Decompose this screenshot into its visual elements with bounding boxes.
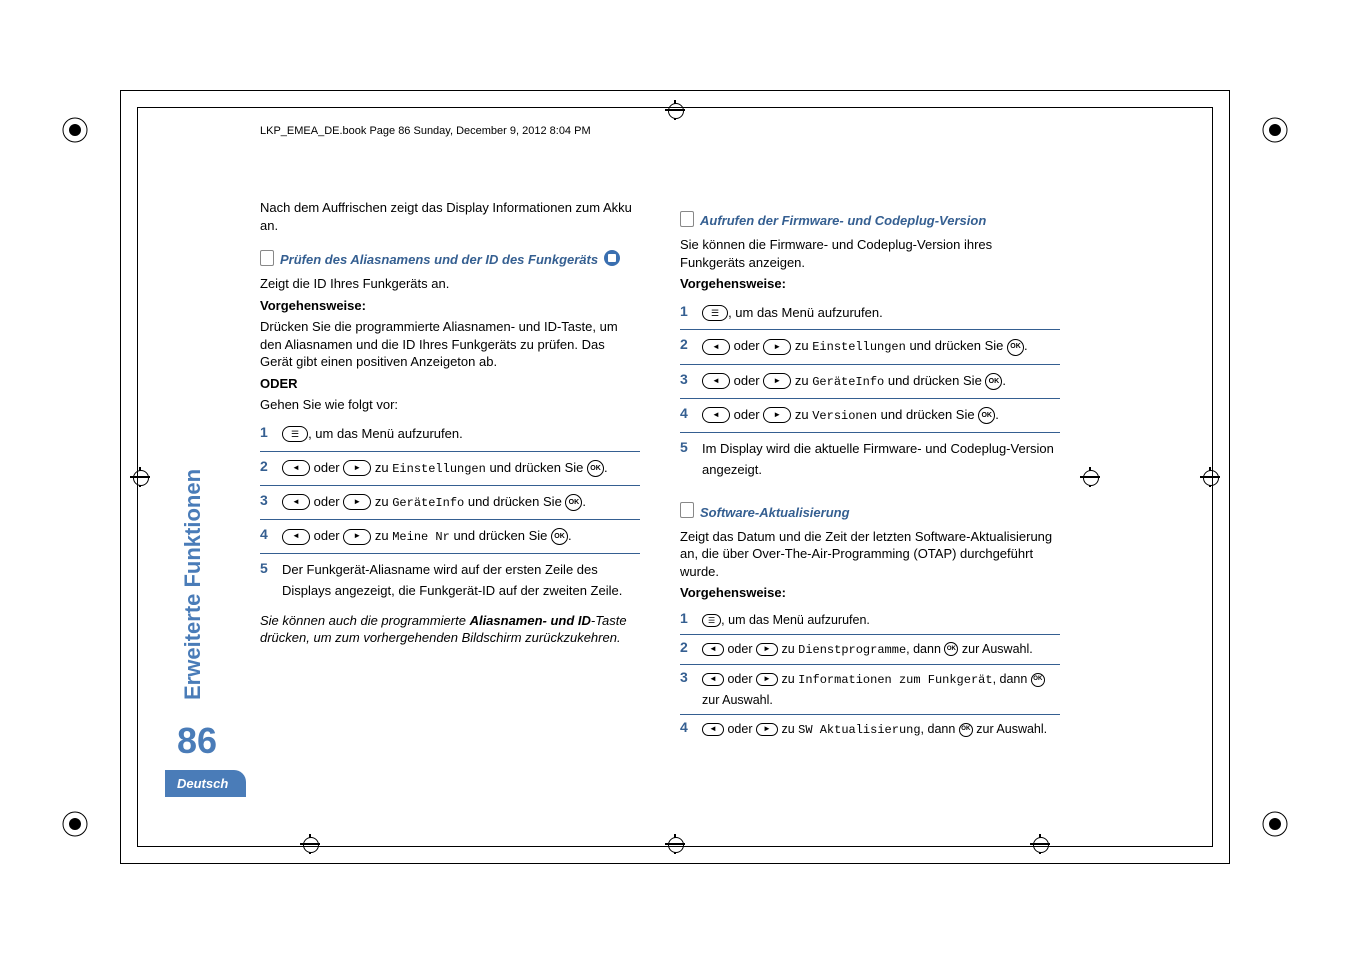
note-text: Sie können auch die programmierte Aliasn… [260,612,640,647]
intro-text: Nach dem Auffrischen zeigt das Display I… [260,199,640,234]
language-tab: Deutsch [165,770,246,797]
steps-list: 1 ☰, um das Menü aufzurufen. 2 oder zu E… [260,418,640,608]
step-item: 2 oder zu Dienstprogramme, dann OK zur A… [680,635,1060,665]
step-item: 1 ☰, um das Menü aufzurufen. [680,606,1060,635]
step-item: 3 oder zu GeräteInfo und drücken Sie OK. [260,486,640,520]
ok-button-icon: OK [1007,339,1024,356]
ok-button-icon: OK [1031,673,1045,687]
step-number: 4 [260,526,272,542]
content-area: Nach dem Auffrischen zeigt das Display I… [260,195,1060,748]
left-arrow-icon [702,723,724,736]
section-subtext: Zeigt das Datum und die Zeit der letzten… [680,528,1060,581]
procedure-label: Vorgehensweise: [680,275,1060,293]
procedure-label: Vorgehensweise: [260,297,640,315]
ok-button-icon: OK [551,528,568,545]
section-subtext: Sie können die Firmware- und Codeplug-Ve… [680,236,1060,271]
registration-mark [60,809,90,839]
section-subtext: Zeigt die ID Ihres Funkgeräts an. [260,275,640,293]
left-arrow-icon [702,643,724,656]
doc-icon [680,502,694,518]
ok-button-icon: OK [944,642,958,656]
step-item: 1 ☰, um das Menü aufzurufen. [260,418,640,452]
doc-icon [260,250,274,266]
side-section-label: Erweiterte Funktionen [180,469,206,700]
step-number: 1 [680,303,692,319]
doc-icon [680,211,694,227]
left-arrow-icon [282,529,310,545]
menu-button-icon: ☰ [702,614,721,627]
procedure-label: Vorgehensweise: [680,584,1060,602]
step-number: 5 [680,439,692,455]
registration-mark [1260,809,1290,839]
menu-button-icon: ☰ [702,305,728,321]
step-item: 4 oder zu Meine Nr und drücken Sie OK. [260,520,640,554]
step-number: 4 [680,405,692,421]
step-item: 3 oder zu GeräteInfo und drücken Sie OK. [680,365,1060,399]
right-arrow-icon [756,723,778,736]
right-arrow-icon [763,407,791,423]
step-number: 5 [260,560,272,576]
left-arrow-icon [702,339,730,355]
step-number: 3 [680,669,692,685]
right-column: Aufrufen der Firmware- und Codeplug-Vers… [680,195,1060,748]
left-arrow-icon [702,373,730,389]
step-item: 5 Der Funkgerät-Aliasname wird auf der e… [260,554,640,608]
right-arrow-icon [343,529,371,545]
steps-list: 1 ☰, um das Menü aufzurufen. 2 oder zu E… [680,297,1060,487]
ok-button-icon: OK [565,494,582,511]
right-arrow-icon [763,339,791,355]
step-item: 2 oder zu Einstellungen und drücken Sie … [680,330,1060,364]
left-arrow-icon [702,673,724,686]
left-column: Nach dem Auffrischen zeigt das Display I… [260,195,640,748]
ok-button-icon: OK [959,723,973,737]
step-item: 4 oder zu Versionen und drücken Sie OK. [680,399,1060,433]
ok-button-icon: OK [978,407,995,424]
procedure-text: Drücken Sie die programmierte Aliasnamen… [260,318,640,371]
step-number: 2 [260,458,272,474]
step-item: 5 Im Display wird die aktuelle Firmware-… [680,433,1060,487]
step-item: 4 oder zu SW Aktualisierung, dann OK zur… [680,715,1060,744]
step-number: 1 [260,424,272,440]
right-arrow-icon [343,494,371,510]
step-number: 3 [260,492,272,508]
step-number: 2 [680,639,692,655]
step-number: 4 [680,719,692,735]
section-heading: Prüfen des Aliasnamens und der ID des Fu… [280,252,598,267]
page-header: LKP_EMEA_DE.book Page 86 Sunday, Decembe… [260,125,591,137]
left-arrow-icon [282,494,310,510]
step-number: 2 [680,336,692,352]
right-arrow-icon [763,373,791,389]
left-arrow-icon [702,407,730,423]
step-item: 1 ☰, um das Menü aufzurufen. [680,297,1060,331]
ok-button-icon: OK [587,460,604,477]
page-number: 86 [177,720,217,762]
menu-button-icon: ☰ [282,426,308,442]
right-arrow-icon [756,673,778,686]
right-arrow-icon [756,643,778,656]
step-number: 3 [680,371,692,387]
right-arrow-icon [343,460,371,476]
left-arrow-icon [282,460,310,476]
or-label: ODER [260,375,640,393]
section-heading: Software-Aktualisierung [700,505,850,520]
procedure-alt: Gehen Sie wie folgt vor: [260,396,640,414]
steps-list: 1 ☰, um das Menü aufzurufen. 2 oder zu D… [680,606,1060,745]
section-heading: Aufrufen der Firmware- und Codeplug-Vers… [700,213,986,228]
step-item: 3 oder zu Informationen zum Funkgerät, d… [680,665,1060,715]
step-item: 2 oder zu Einstellungen und drücken Sie … [260,452,640,486]
registration-mark [60,115,90,145]
step-number: 1 [680,610,692,626]
ok-button-icon: OK [985,373,1002,390]
info-badge-icon [604,250,620,266]
registration-mark [1260,115,1290,145]
